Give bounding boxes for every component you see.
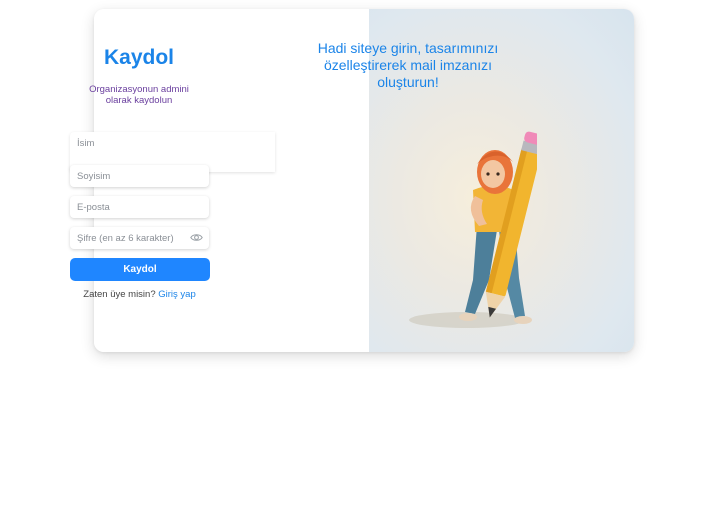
girl-with-pencil-illustration [409,131,537,328]
password-field[interactable]: Şifre (en az 6 karakter) [70,227,209,249]
login-link[interactable]: Giriş yap [158,289,195,300]
password-placeholder: Şifre (en az 6 karakter) [77,233,174,244]
last-name-field[interactable]: Soyisim [70,165,209,187]
login-prompt: Zaten üye misin? Giriş yap [0,289,279,300]
promo-headline: Hadi siteye girin, tasarımınızı özelleşt… [317,40,499,90]
already-member-text: Zaten üye misin? [83,289,156,300]
eye-icon[interactable] [190,232,203,243]
email-placeholder: E-posta [77,202,110,213]
first-name-placeholder: İsim [77,138,95,149]
signup-subtitle: Organizasyonun admini olarak kaydolun [89,84,189,106]
signup-button[interactable]: Kaydol [70,258,210,281]
page-title: Kaydol [103,46,174,69]
last-name-placeholder: Soyisim [77,171,111,182]
email-field[interactable]: E-posta [70,196,209,218]
